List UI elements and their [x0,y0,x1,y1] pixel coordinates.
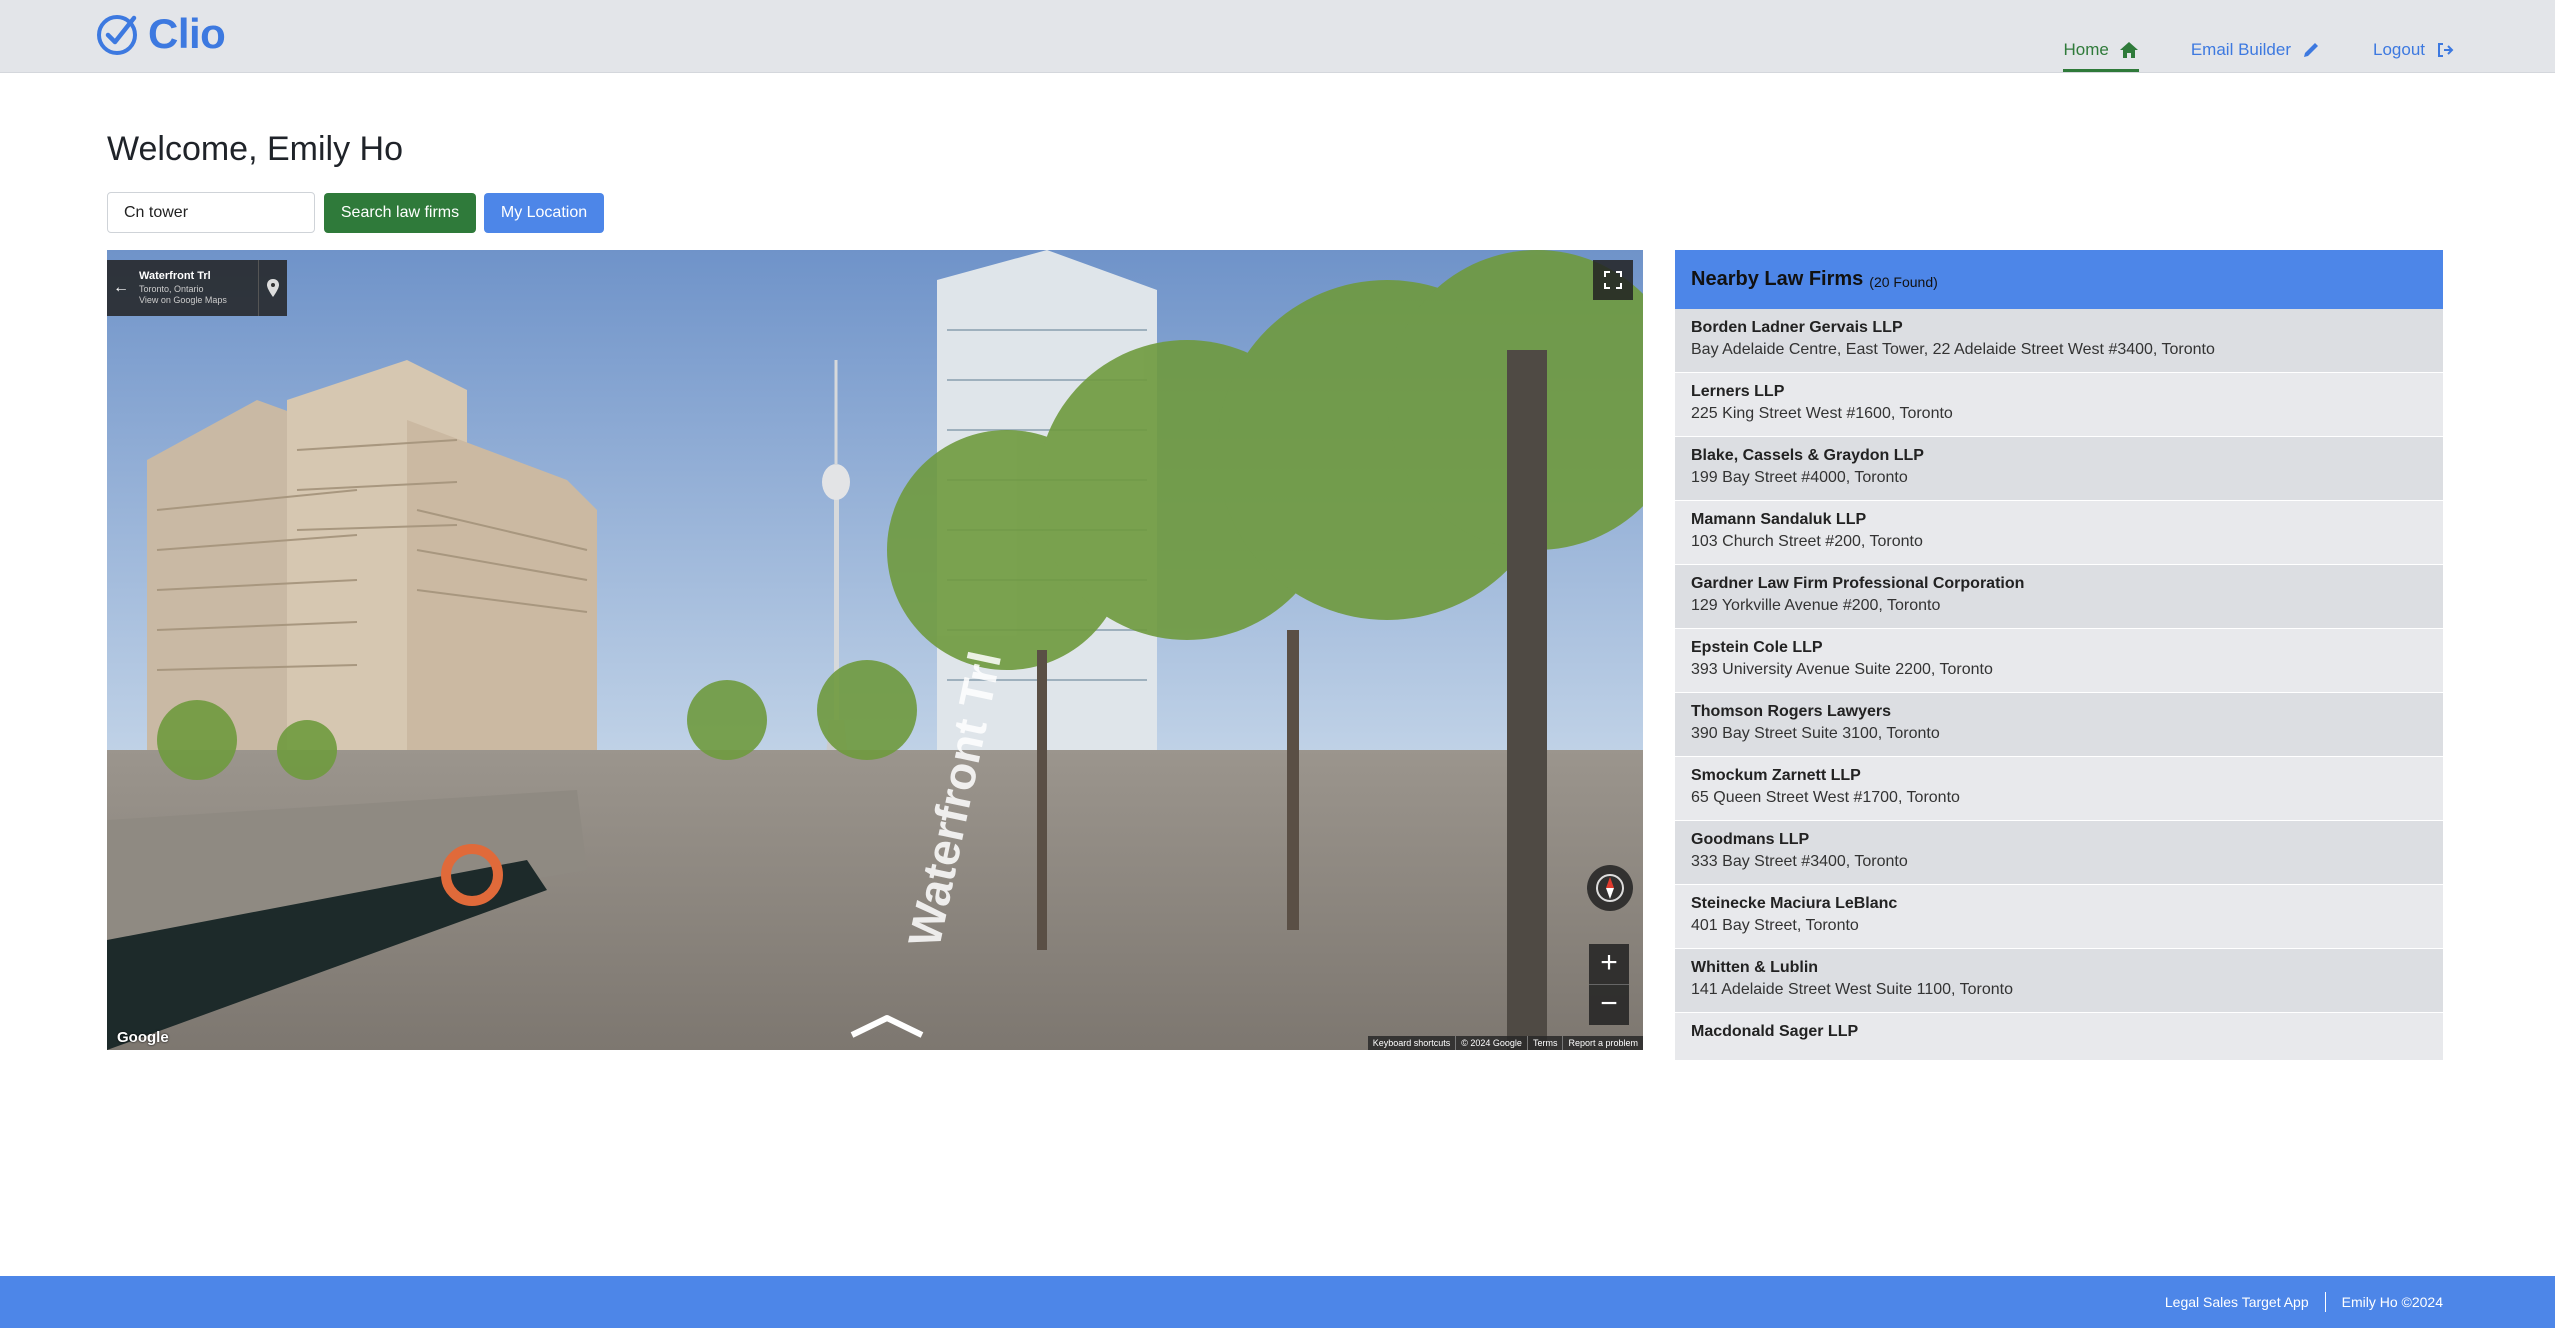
footer-copyright: Emily Ho ©2024 [2341,1294,2443,1310]
map-pin-icon[interactable] [258,260,287,316]
nav-logout-label: Logout [2373,40,2425,59]
page-title: Welcome, Emily Ho [107,130,403,168]
firm-name: Epstein Cole LLP [1691,639,1823,656]
terms-link[interactable]: Terms [1526,1036,1563,1050]
firm-name: Lerners LLP [1691,383,1785,400]
firm-address: 103 Church Street #200, Toronto [1691,533,1923,550]
firm-address: 129 Yorkville Avenue #200, Toronto [1691,597,1941,614]
panel-header: Nearby Law Firms (20 Found) [1675,250,2443,309]
view-on-google-maps-link[interactable]: View on Google Maps [139,295,258,306]
search-law-firms-button[interactable]: Search law firms [324,193,476,233]
top-navbar: Clio Home Email Builder Logout [0,0,2555,73]
street-view-image [107,250,1643,1050]
law-firm-item[interactable]: Lerners LLP 225 King Street West #1600, … [1675,373,2443,437]
law-firm-item[interactable]: Epstein Cole LLP 393 University Avenue S… [1675,629,2443,693]
zoom-out-button[interactable]: − [1589,984,1629,1025]
firm-address: 401 Bay Street, Toronto [1691,917,1859,934]
law-firm-item[interactable]: Smockum Zarnett LLP 65 Queen Street West… [1675,757,2443,821]
firm-name: Steinecke Maciura LeBlanc [1691,895,1898,912]
check-circle-icon [97,15,137,55]
law-firm-item[interactable]: Thomson Rogers Lawyers 390 Bay Street Su… [1675,693,2443,757]
nav-email-builder[interactable]: Email Builder [2191,30,2321,70]
firm-address: Bay Adelaide Centre, East Tower, 22 Adel… [1691,341,2215,358]
firm-address: 393 University Avenue Suite 2200, Toront… [1691,661,1993,678]
nav-email-builder-label: Email Builder [2190,40,2291,59]
main-nav: Home Email Builder Logout [2063,30,2455,72]
firm-name: Goodmans LLP [1691,831,1810,848]
home-icon [2119,42,2138,58]
firm-name: Whitten & Lublin [1691,959,1819,976]
firm-name: Blake, Cassels & Graydon LLP [1691,447,1924,464]
firm-name: Gardner Law Firm Professional Corporatio… [1691,575,2025,592]
zoom-in-button[interactable]: + [1589,944,1629,984]
location-title: Waterfront Trl [139,269,211,282]
law-firm-item[interactable]: Blake, Cassels & Graydon LLP 199 Bay Str… [1675,437,2443,501]
firm-address: 333 Bay Street #3400, Toronto [1691,853,1908,870]
nav-logout[interactable]: Logout [2373,30,2455,70]
law-firm-item[interactable]: Goodmans LLP 333 Bay Street #3400, Toron… [1675,821,2443,885]
nearby-law-firms-panel: Nearby Law Firms (20 Found) Borden Ladne… [1675,250,2443,1060]
law-firm-item[interactable]: Whitten & Lublin 141 Adelaide Street Wes… [1675,949,2443,1013]
map-attribution: Keyboard shortcuts © 2024 Google Terms R… [1367,1036,1643,1050]
firm-name: Borden Ladner Gervais LLP [1691,319,1903,336]
law-firm-item[interactable]: Macdonald Sager LLP [1675,1013,2443,1060]
law-firm-item[interactable]: Mamann Sandaluk LLP 103 Church Street #2… [1675,501,2443,565]
google-logo: Google [117,1029,169,1046]
footer: Legal Sales Target App Emily Ho ©2024 [0,1276,2555,1328]
nav-home-label: Home [2063,40,2109,59]
law-firm-item[interactable]: Gardner Law Firm Professional Corporatio… [1675,565,2443,629]
footer-app-label: Legal Sales Target App [2164,1294,2309,1310]
firm-address: 390 Bay Street Suite 3100, Toronto [1691,725,1940,742]
firm-count: (20 Found) [1869,273,1938,290]
firm-name: Thomson Rogers Lawyers [1691,703,1892,720]
zoom-controls: + − [1589,944,1629,1025]
report-problem-link[interactable]: Report a problem [1562,1036,1643,1050]
compass-icon[interactable] [1587,865,1633,911]
logout-icon [2438,43,2454,57]
firm-address: 225 King Street West #1600, Toronto [1691,405,1953,422]
pencil-icon [2304,43,2318,57]
firm-address: 141 Adelaide Street West Suite 1100, Tor… [1691,981,2013,998]
fullscreen-icon[interactable] [1593,260,1633,300]
back-arrow-icon[interactable]: ← [107,279,135,297]
law-firm-item[interactable]: Borden Ladner Gervais LLP Bay Adelaide C… [1675,309,2443,373]
firm-name: Smockum Zarnett LLP [1691,767,1861,784]
nav-home[interactable]: Home [2063,30,2140,72]
firm-name: Macdonald Sager LLP [1691,1023,1859,1040]
keyboard-shortcuts-link[interactable]: Keyboard shortcuts [1368,1036,1456,1050]
footer-divider [2324,1292,2326,1312]
firm-address: 199 Bay Street #4000, Toronto [1691,469,1908,486]
map-copyright: © 2024 Google [1455,1036,1527,1050]
firm-name: Mamann Sandaluk LLP [1691,511,1867,528]
law-firm-item[interactable]: Steinecke Maciura LeBlanc 401 Bay Street… [1675,885,2443,949]
search-input[interactable] [107,192,315,233]
navigate-forward-arrow-icon[interactable] [847,1010,927,1040]
street-view-map[interactable]: ← Waterfront Trl Toronto, Ontario View o… [107,250,1643,1050]
location-subtitle: Toronto, Ontario [139,283,204,294]
my-location-button[interactable]: My Location [484,193,604,233]
panel-title: Nearby Law Firms [1691,268,1864,290]
street-view-location-card: ← Waterfront Trl Toronto, Ontario View o… [107,260,287,316]
logo-text: Clio [148,10,226,57]
firm-address: 65 Queen Street West #1700, Toronto [1691,789,1960,806]
clio-logo[interactable]: Clio [96,10,226,57]
